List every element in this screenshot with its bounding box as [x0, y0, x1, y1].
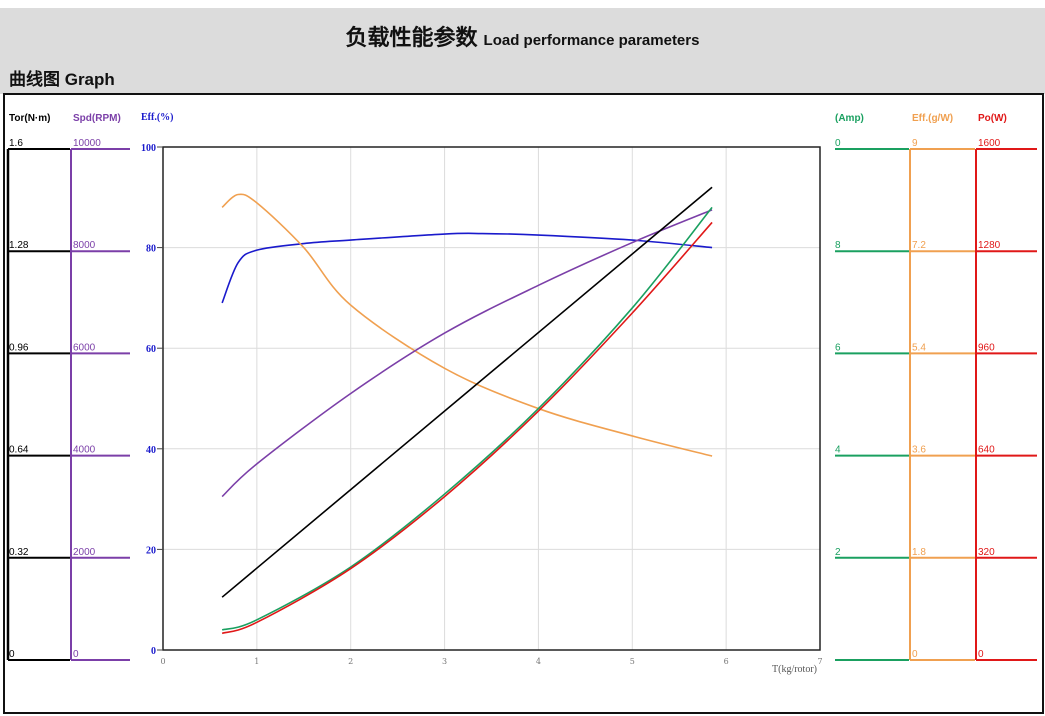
- eff-tick-label: 0: [151, 646, 156, 657]
- x-tick-label: 4: [536, 657, 541, 666]
- tick-label-tor: 1.28: [9, 240, 29, 251]
- series-line-eff: [221, 232, 713, 304]
- x-tick-label: 6: [724, 657, 729, 666]
- eff-tick-label: 20: [146, 545, 156, 556]
- tick-label-po: 1600: [978, 138, 1001, 149]
- x-tick-label: 2: [348, 657, 353, 666]
- tick-label-amp: 6: [835, 342, 841, 353]
- tick-label-spd: 10000: [73, 138, 101, 149]
- tick-label-amp: 0: [835, 138, 841, 149]
- tick-label-tor: 0.64: [9, 445, 29, 456]
- axis-label-eff: Eff.(%): [141, 112, 174, 123]
- tick-label-tor: 1.6: [9, 138, 23, 149]
- series-line-amp: [221, 206, 713, 631]
- tick-label-gw: 5.4: [912, 342, 926, 353]
- eff-tick-label: 40: [146, 445, 156, 456]
- tick-label-po: 640: [978, 445, 995, 456]
- x-axis-label: T(kg/rotor): [772, 664, 817, 675]
- axis-label-gw: Eff.(g/W): [912, 113, 953, 124]
- chart: 0 1 2 3 4 5 6 7T(kg/rotor)Eff.(%)100806040200To…: [6, 112, 1037, 675]
- tick-label-po: 0: [978, 649, 984, 660]
- eff-tick-label: 60: [146, 344, 156, 355]
- series-line-po: [221, 221, 713, 635]
- tick-label-spd: 0: [73, 649, 79, 660]
- x-tick-label: 3: [442, 657, 447, 666]
- tick-label-amp: 2: [835, 547, 841, 558]
- tick-label-gw: 3.6: [912, 445, 926, 456]
- axis-label-tor: Tor(N·m): [9, 113, 50, 124]
- axis-label-po: Po(W): [978, 113, 1007, 124]
- tick-label-spd: 6000: [73, 342, 96, 353]
- plot-area: [162, 146, 821, 651]
- tick-label-tor: 0.32: [9, 547, 29, 558]
- x-tick-label: 7: [817, 657, 822, 666]
- tick-label-spd: 2000: [73, 547, 96, 558]
- tick-label-amp: 8: [835, 240, 841, 251]
- tick-label-tor: 0.96: [9, 342, 29, 353]
- x-tick-label: 0: [160, 657, 165, 666]
- tick-label-gw: 9: [912, 138, 918, 149]
- x-tick-label: 1: [254, 657, 259, 666]
- series-line-tor: [221, 186, 713, 598]
- tick-label-tor: 0: [9, 649, 15, 660]
- axis-label-amp: (Amp): [835, 113, 864, 124]
- tick-label-po: 1280: [978, 240, 1001, 251]
- tick-label-po: 320: [978, 547, 995, 558]
- tick-label-gw: 0: [912, 649, 918, 660]
- x-tick-label: 5: [630, 657, 635, 666]
- eff-tick-label: 100: [141, 143, 156, 154]
- tick-label-po: 960: [978, 342, 995, 353]
- tick-label-gw: 7.2: [912, 240, 926, 251]
- series-line-spd: [221, 209, 713, 498]
- tick-label-gw: 1.8: [912, 547, 926, 558]
- tick-label-amp: 4: [835, 445, 841, 456]
- eff-tick-label: 80: [146, 244, 156, 255]
- tick-label-spd: 8000: [73, 240, 96, 251]
- axis-label-spd: Spd(RPM): [73, 113, 121, 124]
- tick-label-spd: 4000: [73, 445, 96, 456]
